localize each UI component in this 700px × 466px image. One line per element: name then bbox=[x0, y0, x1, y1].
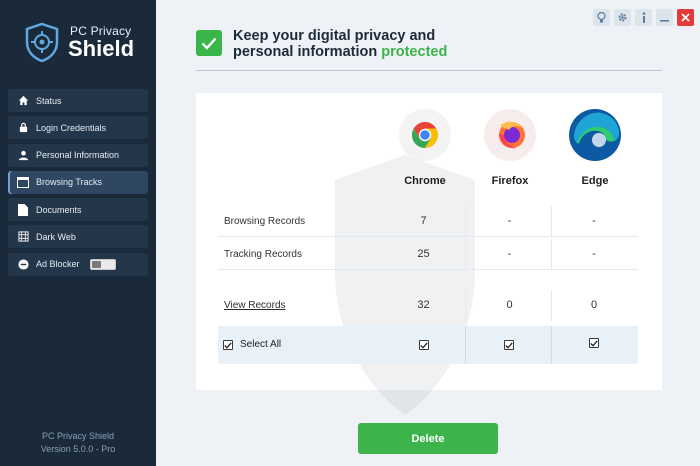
title-line1: Keep your digital privacy and bbox=[233, 28, 436, 44]
sidebar-item-documents[interactable]: Documents bbox=[8, 198, 148, 222]
edge-label: Edge bbox=[581, 175, 609, 187]
footer-version: Version 5.0.0 - Pro bbox=[40, 444, 116, 454]
table-row-browsing-records: Browsing Records 7 - - bbox=[218, 206, 638, 237]
delete-button[interactable]: Delete bbox=[358, 423, 498, 454]
firefox-label: Firefox bbox=[491, 175, 529, 187]
table-row-view-records: View Records 32 0 0 bbox=[218, 290, 638, 321]
cell-firefox: - bbox=[468, 206, 552, 237]
lock-icon bbox=[16, 121, 30, 135]
row-label: Browsing Records bbox=[224, 216, 306, 227]
select-all-label: Select All bbox=[240, 339, 282, 350]
toggle-knob bbox=[91, 260, 101, 268]
header-divider bbox=[196, 70, 662, 71]
chrome-label: Chrome bbox=[404, 175, 446, 187]
sidebar-item-label: Browsing Tracks bbox=[36, 177, 103, 188]
cell-firefox: 0 bbox=[468, 290, 552, 321]
document-icon bbox=[16, 203, 30, 217]
shield-watermark-icon bbox=[335, 155, 475, 415]
sidebar-item-login-credentials[interactable]: Login Credentials bbox=[8, 116, 148, 140]
chrome-icon bbox=[399, 109, 451, 161]
row-label: Tracking Records bbox=[224, 249, 302, 260]
page-title: Keep your digital privacy and personal i… bbox=[233, 28, 447, 60]
cell-firefox: - bbox=[468, 239, 552, 270]
sidebar-item-label: Status bbox=[36, 95, 62, 106]
sidebar-nav: Status Login Credentials Personal Inform… bbox=[8, 89, 148, 280]
footer-product-name: PC Privacy Shield bbox=[41, 431, 115, 441]
sidebar-item-status[interactable]: Status bbox=[8, 89, 148, 112]
sidebar-item-dark-web[interactable]: Dark Web bbox=[8, 225, 148, 249]
edge-checkbox[interactable] bbox=[589, 338, 599, 348]
chrome-checkbox[interactable] bbox=[419, 340, 429, 350]
sidebar: PC Privacy Shield Status Login Credentia… bbox=[0, 0, 156, 466]
title-line2-prefix: personal information bbox=[233, 44, 382, 60]
block-icon bbox=[16, 257, 30, 271]
sidebar-item-label: Personal Information bbox=[36, 150, 120, 161]
browser-window-icon bbox=[16, 175, 30, 189]
cell-firefox bbox=[468, 326, 552, 364]
sidebar-item-label: Documents bbox=[36, 204, 82, 215]
home-icon bbox=[16, 94, 30, 108]
select-all-checkbox[interactable] bbox=[223, 340, 233, 350]
ad-blocker-toggle[interactable] bbox=[89, 258, 116, 270]
protected-check-icon bbox=[196, 30, 222, 56]
cell-edge: - bbox=[592, 215, 596, 227]
cell-chrome: 25 bbox=[382, 239, 466, 270]
title-line2: personal information protected bbox=[233, 44, 447, 60]
view-records-link[interactable]: View Records bbox=[224, 290, 286, 321]
browser-column-chrome: Chrome bbox=[395, 108, 455, 187]
cell-edge bbox=[552, 326, 636, 364]
shield-logo-icon bbox=[25, 22, 59, 62]
close-icon[interactable] bbox=[677, 9, 694, 26]
cell-chrome: 7 bbox=[382, 206, 466, 237]
sidebar-item-personal-information[interactable]: Personal Information bbox=[8, 143, 148, 167]
table-row-tracking-records: Tracking Records 25 - - bbox=[218, 239, 638, 270]
select-all-row: Select All bbox=[218, 326, 638, 364]
cell-edge: 0 bbox=[590, 299, 598, 311]
globe-icon bbox=[16, 230, 30, 244]
title-highlight: protected bbox=[381, 44, 448, 60]
info-icon[interactable] bbox=[635, 9, 652, 26]
sidebar-item-browsing-tracks[interactable]: Browsing Tracks bbox=[8, 170, 148, 194]
app-logo: PC Privacy Shield bbox=[24, 22, 144, 66]
cell-chrome bbox=[382, 326, 466, 364]
sidebar-item-label: Login Credentials bbox=[36, 122, 107, 133]
bulb-icon[interactable] bbox=[593, 9, 610, 26]
cell-chrome: 32 bbox=[382, 290, 466, 321]
sidebar-footer: PC Privacy Shield Version 5.0.0 - Pro bbox=[0, 430, 156, 456]
user-icon bbox=[16, 148, 30, 162]
gear-icon[interactable] bbox=[614, 9, 631, 26]
edge-icon bbox=[569, 109, 621, 161]
minimize-icon[interactable] bbox=[656, 9, 673, 26]
firefox-checkbox[interactable] bbox=[504, 340, 514, 350]
window-controls bbox=[593, 9, 694, 26]
logo-text-line2: Shield bbox=[68, 36, 135, 61]
sidebar-item-ad-blocker[interactable]: Ad Blocker bbox=[8, 252, 148, 276]
firefox-icon bbox=[484, 109, 536, 161]
browser-column-edge: Edge bbox=[565, 108, 625, 187]
cell-edge: - bbox=[592, 248, 596, 260]
sidebar-item-label: Dark Web bbox=[36, 231, 76, 242]
sidebar-item-label: Ad Blocker bbox=[36, 259, 80, 270]
browser-column-firefox: Firefox bbox=[480, 108, 540, 187]
